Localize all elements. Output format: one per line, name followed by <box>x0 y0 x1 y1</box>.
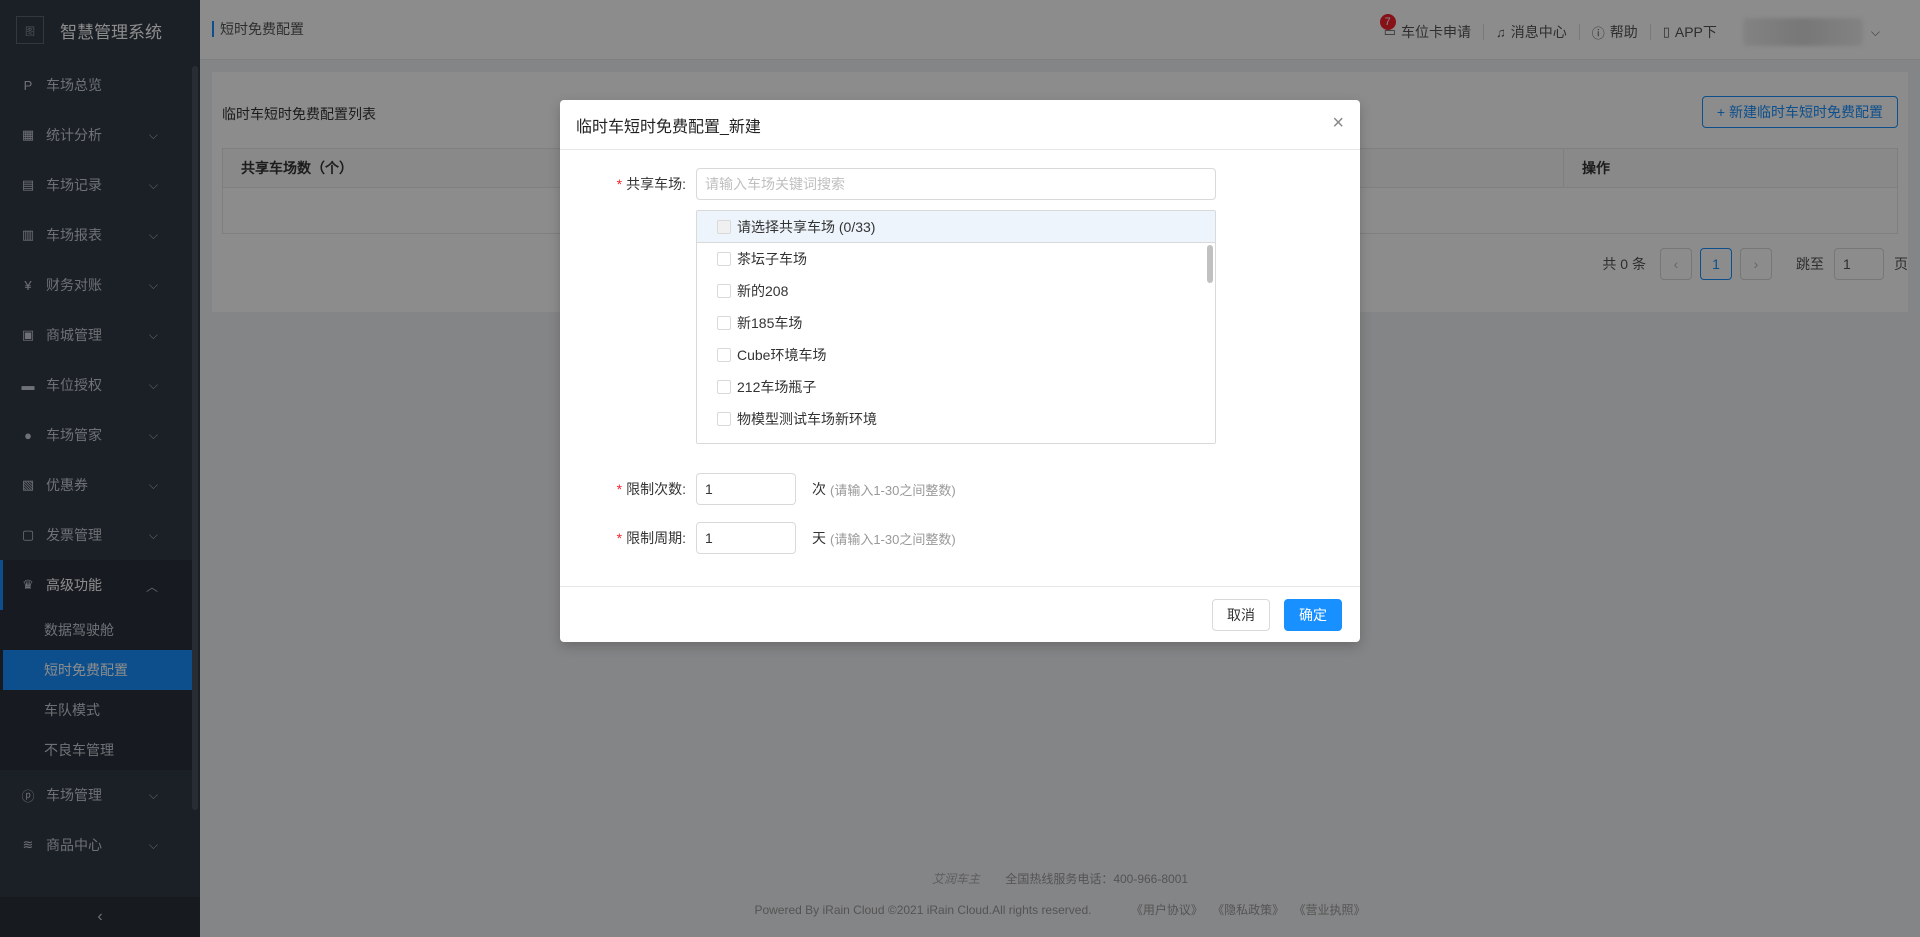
option-checkbox[interactable] <box>717 412 731 426</box>
list-item[interactable]: 新的208 <box>697 275 1215 307</box>
select-all-row[interactable]: 请选择共享车场 (0/33) <box>697 211 1215 243</box>
cancel-button[interactable]: 取消 <box>1212 599 1270 631</box>
option-label: 茶坛子车场 <box>737 251 807 267</box>
list-item[interactable]: Cube环境车场 <box>697 339 1215 371</box>
limit-count-input[interactable]: 1 <box>696 473 796 505</box>
option-checkbox[interactable] <box>717 380 731 394</box>
modal-title: 临时车短时免费配置_新建 <box>576 118 761 136</box>
option-label: 新的208 <box>737 283 789 299</box>
option-checkbox[interactable] <box>717 316 731 330</box>
select-all-label: 请选择共享车场 (0/33) <box>737 218 876 235</box>
park-search-input[interactable] <box>696 168 1216 200</box>
limit-count-row: * 限制次数: 1 次 (请输入1-30之间整数) <box>584 473 956 505</box>
list-item[interactable]: 物模型测试车场新环境 <box>697 403 1215 435</box>
limit-period-row: * 限制周期: 1 天 (请输入1-30之间整数) <box>584 522 956 554</box>
select-all-checkbox[interactable] <box>717 219 731 234</box>
modal-footer: 取消 确定 <box>560 586 1360 642</box>
limit-period-label: * 限制周期: <box>616 530 686 546</box>
limit-period-unit: 天 <box>812 530 826 546</box>
list-item[interactable]: 茶坛子车场 <box>697 243 1215 275</box>
option-label: 212车场瓶子 <box>737 379 817 395</box>
park-select-list: 请选择共享车场 (0/33) 茶坛子车场 新的208 新185车场 Cube环境… <box>696 210 1216 444</box>
option-label: Cube环境车场 <box>737 347 827 363</box>
option-label: 新185车场 <box>737 315 803 331</box>
shared-park-row: * 共享车场: <box>584 168 1216 200</box>
list-scrollbar[interactable] <box>1207 245 1213 283</box>
create-config-modal: 临时车短时免费配置_新建 × *共享车场: 请选择共享车场 (0/33) 茶坛子… <box>560 100 1360 642</box>
limit-count-hint: (请输入1-30之间整数) <box>830 482 956 498</box>
option-checkbox[interactable] <box>717 348 731 362</box>
modal-header: 临时车短时免费配置_新建 × <box>560 100 1360 150</box>
limit-count-unit: 次 <box>812 481 826 497</box>
close-icon[interactable]: × <box>1332 113 1344 133</box>
option-checkbox[interactable] <box>717 284 731 298</box>
limit-count-label: * 限制次数: <box>616 481 686 497</box>
option-checkbox[interactable] <box>717 252 731 266</box>
list-item[interactable]: 新185车场 <box>697 307 1215 339</box>
list-item[interactable]: 212车场瓶子 <box>697 371 1215 403</box>
option-label: 物模型测试车场新环境 <box>737 411 877 427</box>
shared-park-label: * 共享车场: <box>616 176 686 192</box>
confirm-button[interactable]: 确定 <box>1284 599 1342 631</box>
limit-period-hint: (请输入1-30之间整数) <box>830 531 956 547</box>
limit-period-input[interactable]: 1 <box>696 522 796 554</box>
